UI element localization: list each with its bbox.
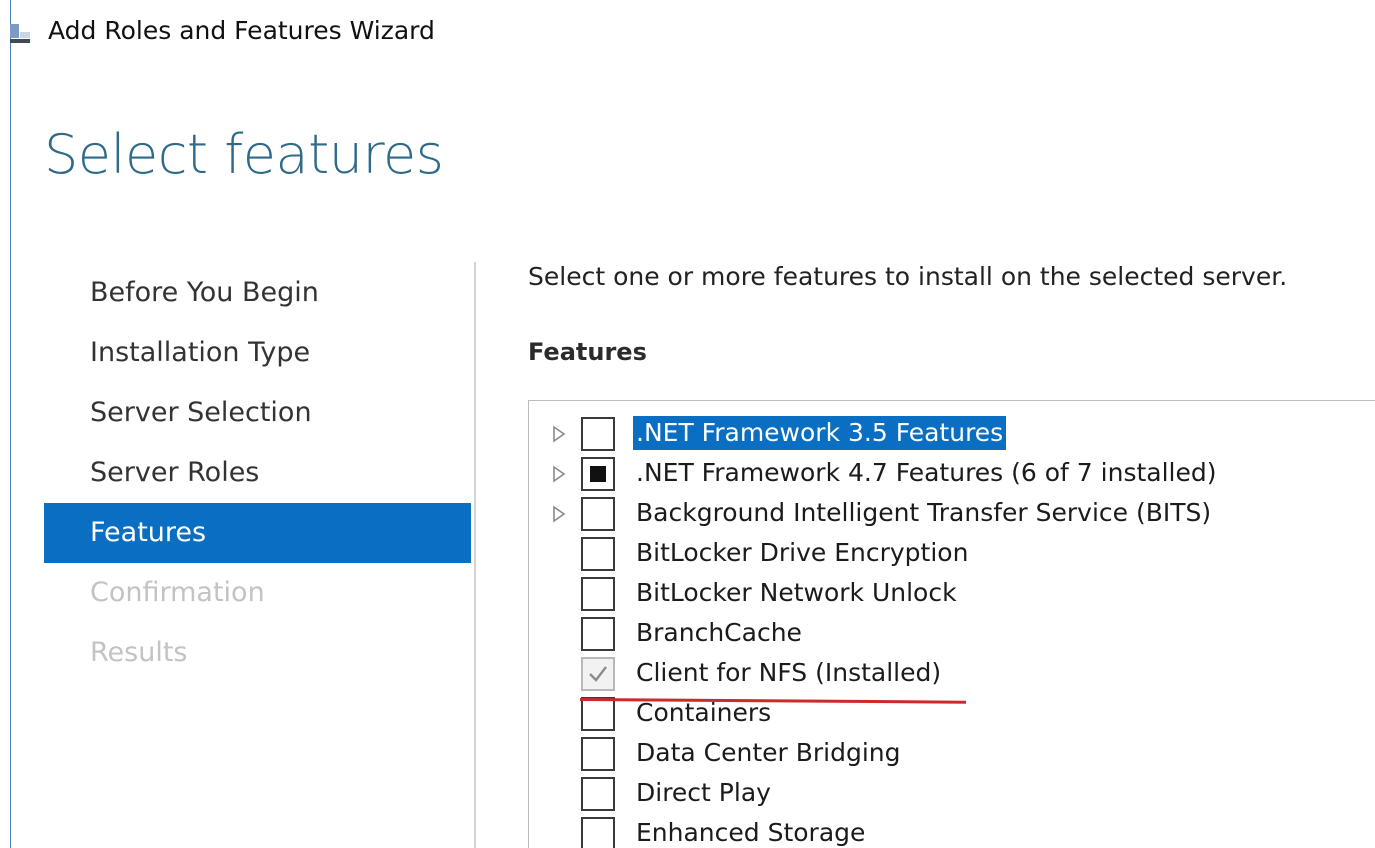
feature-checkbox[interactable] xyxy=(581,417,615,451)
nav-item-server-selection[interactable]: Server Selection xyxy=(44,383,471,443)
feature-row-client-for-nfs[interactable]: Client for NFS (Installed) xyxy=(529,654,1375,694)
feature-label[interactable]: BitLocker Drive Encryption xyxy=(633,536,971,570)
features-heading: Features xyxy=(528,338,647,366)
checkmark-icon xyxy=(589,666,607,682)
nav-item-installation-type[interactable]: Installation Type xyxy=(44,323,471,383)
feature-row-bits[interactable]: Background Intelligent Transfer Service … xyxy=(529,494,1375,534)
feature-label[interactable]: BitLocker Network Unlock xyxy=(633,576,960,610)
window-title: Add Roles and Features Wizard xyxy=(48,16,435,45)
nav-item-before-you-begin[interactable]: Before You Begin xyxy=(44,263,471,323)
feature-row-branchcache[interactable]: BranchCache xyxy=(529,614,1375,654)
nav-item-server-roles[interactable]: Server Roles xyxy=(44,443,471,503)
feature-label[interactable]: Data Center Bridging xyxy=(633,736,904,770)
feature-checkbox[interactable] xyxy=(581,817,615,848)
expand-arrow-icon[interactable] xyxy=(551,425,567,443)
feature-row-bitlocker-network-unlock[interactable]: BitLocker Network Unlock xyxy=(529,574,1375,614)
instruction-text: Select one or more features to install o… xyxy=(528,262,1288,291)
pane-divider xyxy=(474,262,476,848)
feature-label[interactable]: Client for NFS (Installed) xyxy=(633,656,944,690)
feature-row-data-center-bridging[interactable]: Data Center Bridging xyxy=(529,734,1375,774)
feature-row-enhanced-storage[interactable]: Enhanced Storage xyxy=(529,814,1375,848)
feature-checkbox[interactable] xyxy=(581,537,615,571)
features-tree[interactable]: .NET Framework 3.5 Features .NET Framewo… xyxy=(528,400,1375,848)
nav-item-features[interactable]: Features xyxy=(44,503,471,563)
feature-checkbox[interactable] xyxy=(581,617,615,651)
nav-item-confirmation: Confirmation xyxy=(90,577,265,608)
feature-label[interactable]: Enhanced Storage xyxy=(633,816,868,848)
feature-checkbox[interactable] xyxy=(581,497,615,531)
feature-row-bitlocker-drive-encryption[interactable]: BitLocker Drive Encryption xyxy=(529,534,1375,574)
window-border xyxy=(10,0,11,848)
feature-checkbox-installed xyxy=(581,657,615,691)
server-manager-icon xyxy=(10,24,30,43)
feature-checkbox[interactable] xyxy=(581,457,615,491)
expand-arrow-icon[interactable] xyxy=(551,465,567,483)
page-title: Select features xyxy=(44,123,444,186)
feature-label[interactable]: BranchCache xyxy=(633,616,805,650)
feature-checkbox[interactable] xyxy=(581,577,615,611)
feature-label[interactable]: Background Intelligent Transfer Service … xyxy=(633,496,1214,530)
feature-row-net-framework-47[interactable]: .NET Framework 4.7 Features (6 of 7 inst… xyxy=(529,454,1375,494)
feature-row-net-framework-35[interactable]: .NET Framework 3.5 Features xyxy=(529,414,1375,454)
nav-item-results: Results xyxy=(90,637,188,668)
wizard-window: Add Roles and Features Wizard Select fea… xyxy=(0,0,1375,848)
feature-row-direct-play[interactable]: Direct Play xyxy=(529,774,1375,814)
title-bar: Add Roles and Features Wizard xyxy=(0,0,1375,64)
feature-checkbox[interactable] xyxy=(581,737,615,771)
feature-label[interactable]: .NET Framework 3.5 Features xyxy=(633,416,1007,450)
feature-label[interactable]: .NET Framework 4.7 Features (6 of 7 inst… xyxy=(633,456,1219,490)
feature-checkbox[interactable] xyxy=(581,777,615,811)
feature-checkbox[interactable] xyxy=(581,697,615,731)
feature-label[interactable]: Direct Play xyxy=(633,776,774,810)
expand-arrow-icon[interactable] xyxy=(551,505,567,523)
wizard-nav: Before You Begin Installation Type Serve… xyxy=(44,263,471,683)
